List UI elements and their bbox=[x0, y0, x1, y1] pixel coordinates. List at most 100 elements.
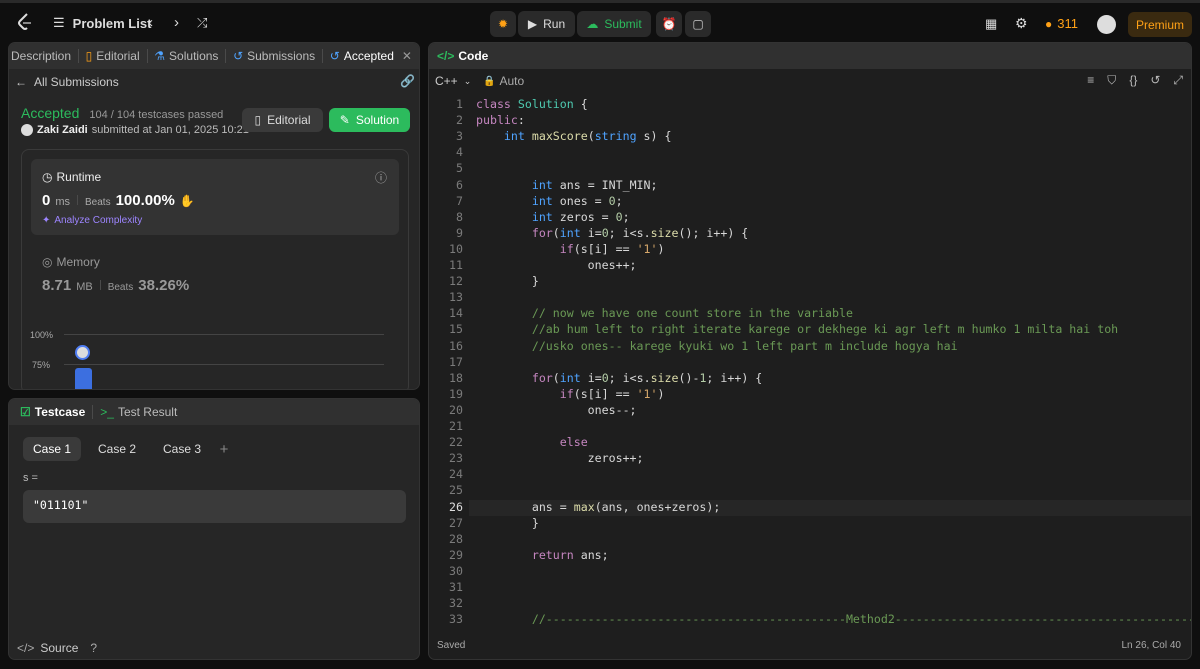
reset-icon[interactable]: ↺ bbox=[1150, 73, 1160, 88]
case-2-tab[interactable]: Case 2 bbox=[88, 437, 146, 461]
help-icon[interactable]: ? bbox=[90, 641, 97, 655]
run-button[interactable]: ▶ Run bbox=[518, 11, 575, 37]
code-line[interactable]: int ones = 0; bbox=[476, 194, 623, 208]
tab-testcase[interactable]: ☑ Testcase bbox=[13, 405, 92, 419]
tab-label: Accepted bbox=[343, 49, 394, 63]
tab-test-result[interactable]: >_ Test Result bbox=[93, 405, 184, 419]
code-editor[interactable]: 1 class Solution {2 public: 3 int maxScore(… bbox=[429, 97, 1191, 627]
code-line[interactable]: if(s[i] == '1') bbox=[476, 387, 665, 401]
tab-accepted[interactable]: ↺ Accepted ✕ bbox=[323, 49, 419, 63]
clock-icon: ◷ bbox=[42, 170, 53, 184]
problem-list-button[interactable]: ☰ Problem List bbox=[53, 15, 151, 31]
next-problem-icon[interactable]: › bbox=[174, 14, 179, 31]
clap-icon: ✋ bbox=[179, 194, 195, 208]
link-icon[interactable]: 🔗 bbox=[400, 74, 415, 88]
code-line[interactable]: class Solution { bbox=[476, 97, 588, 111]
line-number: 22 bbox=[449, 435, 463, 450]
runtime-card[interactable]: ◷ Runtime ⓘ 0 ms Beats 100.00% ✋ ✦ Analyze… bbox=[31, 159, 399, 235]
tab-code[interactable]: </> Code bbox=[435, 49, 495, 63]
line-number: 23 bbox=[449, 451, 463, 466]
code-line[interactable]: //usko ones-- karege kyuki wo 1 left par… bbox=[476, 339, 958, 353]
tab-submissions[interactable]: ↺ Submissions bbox=[226, 49, 322, 63]
add-case-icon[interactable]: + bbox=[213, 437, 235, 461]
tab-description[interactable]: Description bbox=[9, 49, 78, 63]
back-label: All Submissions bbox=[34, 75, 119, 89]
code-line[interactable]: else bbox=[476, 435, 588, 449]
layout-grid-icon[interactable]: ▦ bbox=[985, 16, 997, 32]
source-link[interactable]: </> Source? bbox=[17, 641, 97, 655]
memory-card[interactable]: ◎ Memory bbox=[42, 255, 100, 269]
analyze-complexity-link[interactable]: ✦ Analyze Complexity bbox=[42, 215, 142, 226]
submit-button[interactable]: ☁ Submit bbox=[577, 11, 651, 37]
close-icon[interactable]: ✕ bbox=[402, 49, 412, 63]
code-line[interactable]: if(s[i] == '1') bbox=[476, 242, 665, 256]
prev-problem-icon[interactable]: ‹ bbox=[148, 14, 153, 31]
code-line[interactable]: } bbox=[476, 274, 539, 288]
memory-beats: 38.26% bbox=[138, 277, 190, 294]
line-number: 16 bbox=[449, 338, 463, 353]
info-icon[interactable]: ⓘ bbox=[375, 169, 387, 186]
code-line[interactable]: //--------------------------------------… bbox=[476, 612, 1191, 626]
code-line[interactable]: } bbox=[476, 516, 539, 530]
line-number: 20 bbox=[449, 402, 463, 417]
code-line[interactable]: ones--; bbox=[476, 403, 637, 417]
case-1-tab[interactable]: Case 1 bbox=[23, 437, 81, 461]
analyze-label: Analyze Complexity bbox=[54, 215, 143, 226]
code-line[interactable]: return ans; bbox=[476, 548, 609, 562]
code-line[interactable]: zeros++; bbox=[476, 451, 644, 465]
tab-solutions[interactable]: ⚗ Solutions bbox=[147, 49, 225, 63]
code-line[interactable]: for(int i=0; i<s.size()-1; i++) { bbox=[476, 371, 762, 385]
runtime-beats-label: Beats bbox=[85, 197, 111, 208]
code-line[interactable]: // now we have one count store in the va… bbox=[476, 306, 853, 320]
line-number: 15 bbox=[449, 322, 463, 337]
user-name[interactable]: Zaki Zaidi bbox=[37, 124, 88, 136]
chart-tick-100: 100% bbox=[30, 330, 54, 340]
code-line[interactable]: ones++; bbox=[476, 258, 637, 272]
gridline bbox=[64, 364, 384, 365]
code-line[interactable]: int ans = INT_MIN; bbox=[476, 178, 658, 192]
distribution-bar[interactable] bbox=[75, 368, 92, 389]
line-number: 27 bbox=[449, 515, 463, 530]
debug-icon[interactable]: ✹ bbox=[490, 11, 516, 37]
editorial-button[interactable]: ▯ Editorial bbox=[242, 108, 323, 132]
code-line[interactable]: int zeros = 0; bbox=[476, 210, 630, 224]
solution-button[interactable]: ✎ Solution bbox=[329, 108, 410, 132]
line-number: 13 bbox=[449, 290, 463, 305]
format-icon[interactable]: ≡ bbox=[1087, 73, 1094, 88]
tab-label: Test Result bbox=[117, 405, 178, 419]
premium-button[interactable]: Premium bbox=[1128, 12, 1192, 37]
chip-icon: ◎ bbox=[42, 255, 53, 269]
notes-icon[interactable]: ▢ bbox=[685, 11, 711, 37]
editor-toolbar: ≡ ⛉ {} ↺ ⤢ bbox=[1087, 73, 1183, 88]
code-line[interactable]: public: bbox=[476, 113, 525, 127]
runtime-label: Runtime bbox=[56, 170, 102, 184]
fire-icon: ● bbox=[1045, 16, 1053, 31]
gear-icon[interactable]: ⚙ bbox=[1015, 15, 1028, 32]
testcase-input[interactable]: "011101" bbox=[23, 490, 406, 523]
sparkle-icon: ✦ bbox=[42, 215, 51, 226]
line-number: 19 bbox=[449, 386, 463, 401]
case-3-tab[interactable]: Case 3 bbox=[153, 437, 211, 461]
tab-editorial[interactable]: ▯ Editorial bbox=[79, 49, 147, 63]
line-number: 1 bbox=[456, 97, 463, 111]
code-line[interactable]: ans = max(ans, ones+zeros); bbox=[476, 500, 721, 514]
bookmark-icon[interactable]: ⛉ bbox=[1107, 73, 1116, 88]
shuffle-icon[interactable]: ⤮ bbox=[197, 15, 207, 31]
history-icon: ↺ bbox=[233, 49, 244, 63]
alarm-icon[interactable]: ⏰ bbox=[656, 11, 682, 37]
code-line[interactable]: int maxScore(string s) { bbox=[476, 129, 672, 143]
line-number: 21 bbox=[449, 419, 463, 433]
line-number: 5 bbox=[456, 161, 463, 176]
fullscreen-icon[interactable]: ⤢ bbox=[1173, 73, 1183, 88]
line-number: 4 bbox=[456, 145, 463, 160]
leetcode-logo-icon[interactable] bbox=[14, 11, 36, 33]
streak-counter[interactable]: ● 311 bbox=[1045, 16, 1078, 31]
auto-mode[interactable]: 🔒 Auto bbox=[483, 74, 524, 88]
line-number: 11 bbox=[449, 258, 463, 272]
avatar[interactable] bbox=[1097, 15, 1116, 34]
code-line[interactable]: for(int i=0; i<s.size(); i++) { bbox=[476, 226, 748, 240]
braces-icon[interactable]: {} bbox=[1129, 73, 1137, 88]
code-line[interactable]: //ab hum left to right iterate karege or… bbox=[476, 322, 1118, 336]
back-to-submissions[interactable]: ← All Submissions bbox=[15, 75, 119, 89]
language-select[interactable]: C++ ⌄ bbox=[435, 74, 471, 88]
